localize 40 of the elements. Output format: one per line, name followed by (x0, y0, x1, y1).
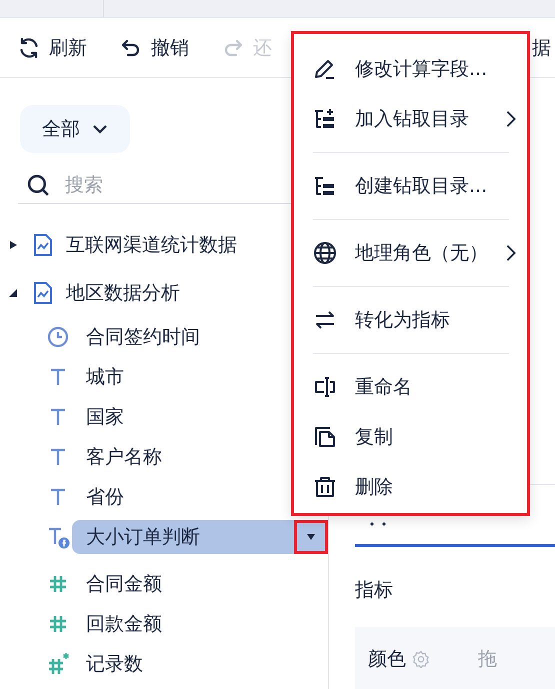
clock-icon (46, 325, 70, 349)
menu-item[interactable]: 重命名 (294, 362, 527, 412)
undo-button[interactable]: 撤销 (119, 34, 189, 60)
menu-item[interactable]: 地理角色（无） (294, 228, 527, 278)
calculated-field-icon (46, 525, 70, 549)
dataset-icon (33, 234, 53, 256)
selected-field[interactable]: 大小订单判断 (72, 520, 328, 554)
record-count-icon (46, 652, 70, 676)
menu-item[interactable]: 修改计算字段... (294, 44, 527, 94)
property-label: 颜色 (368, 647, 406, 672)
filter-dropdown[interactable]: 全部 (20, 105, 130, 153)
dataset-name[interactable]: 互联网渠道统计数据 (66, 232, 237, 258)
caret-icon (306, 534, 316, 540)
menu-item[interactable]: 转化为指标 (294, 295, 527, 345)
section-title: 指标 (355, 578, 394, 603)
add-hierarchy-icon (313, 107, 337, 131)
menu-item[interactable]: 删除 (294, 462, 527, 512)
menu-item[interactable]: 复制 (294, 412, 527, 462)
search-field[interactable]: 搜索 (63, 173, 267, 197)
trash-icon (313, 475, 337, 499)
dataset-name[interactable]: 地区数据分析 (66, 280, 180, 306)
expand-icon[interactable] (8, 240, 18, 250)
search-icon (26, 172, 51, 198)
toolbar-label: 据 (532, 36, 551, 60)
field-menu-button[interactable] (294, 520, 328, 554)
collapse-icon[interactable] (8, 288, 18, 298)
field-item[interactable]: 记录数 (72, 647, 328, 681)
menu-item[interactable]: 加入钻取目录 (294, 94, 527, 144)
pencil-icon (313, 57, 337, 81)
field-name: 大小订单判断 (86, 525, 200, 550)
refresh-button[interactable]: 刷新 (17, 34, 87, 60)
copy-icon (313, 425, 337, 449)
text-cursor-icon (313, 375, 337, 399)
menu-item[interactable]: 创建钻取目录... (294, 161, 527, 211)
field-item[interactable]: 回款金额 (72, 607, 328, 641)
drag-handle-icon[interactable] (370, 522, 386, 526)
field-item[interactable]: 合同金额 (72, 567, 328, 601)
dataset-icon (33, 282, 53, 304)
globe-icon (313, 241, 337, 265)
hierarchy-icon (313, 174, 337, 198)
